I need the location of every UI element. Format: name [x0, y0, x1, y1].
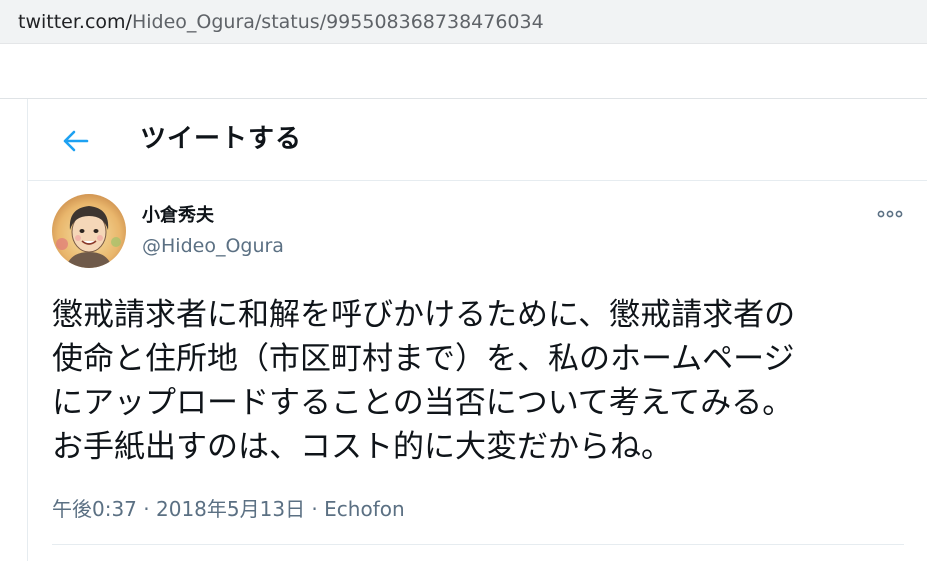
tweet-text-line: お手紙出すのは、コスト的に大変だからね。 — [52, 429, 672, 465]
more-options-button[interactable] — [874, 202, 906, 226]
tweet-text: 懲戒請求者に和解を呼びかけるために、懲戒請求者の 使命と住所地（市区町村まで）を… — [52, 293, 912, 469]
arrow-left-icon — [63, 130, 89, 152]
url-host: twitter.com/ — [18, 11, 132, 33]
author-handle[interactable]: @Hideo_Ogura — [142, 234, 284, 258]
url-path: Hideo_Ogura/status/995508368738476034 — [131, 11, 544, 33]
url-text[interactable]: twitter.com/Hideo_Ogura/status/995508368… — [18, 10, 544, 34]
avatar[interactable] — [52, 194, 126, 268]
tweet-text-line: 懲戒請求者に和解を呼びかけるために、懲戒請求者の — [52, 297, 796, 333]
page-header: ツイートする — [28, 99, 927, 181]
tweet-date[interactable]: 2018年5月13日 — [156, 497, 305, 521]
tweet-text-line: にアップロードすることの当否について考えてみる。 — [52, 385, 794, 421]
author-display-name[interactable]: 小倉秀夫 — [142, 204, 214, 228]
meta-separator: · — [136, 497, 156, 521]
back-button[interactable] — [58, 123, 94, 159]
tweet-meta: 午後0:37 · 2018年5月13日 · Echofon — [52, 496, 405, 522]
address-bar[interactable]: twitter.com/Hideo_Ogura/status/995508368… — [0, 0, 927, 44]
tweet-time[interactable]: 午後0:37 — [52, 497, 137, 521]
tweet-divider — [52, 544, 904, 545]
meta-separator: · — [305, 497, 325, 521]
tweet-text-line: 使命と住所地（市区町村まで）を、私のホームページ — [52, 341, 795, 377]
tweet-source-link[interactable]: Echofon — [324, 497, 405, 521]
page-title: ツイートする — [140, 124, 303, 154]
more-options-icon — [877, 210, 903, 218]
user-avatar-icon — [52, 194, 126, 268]
